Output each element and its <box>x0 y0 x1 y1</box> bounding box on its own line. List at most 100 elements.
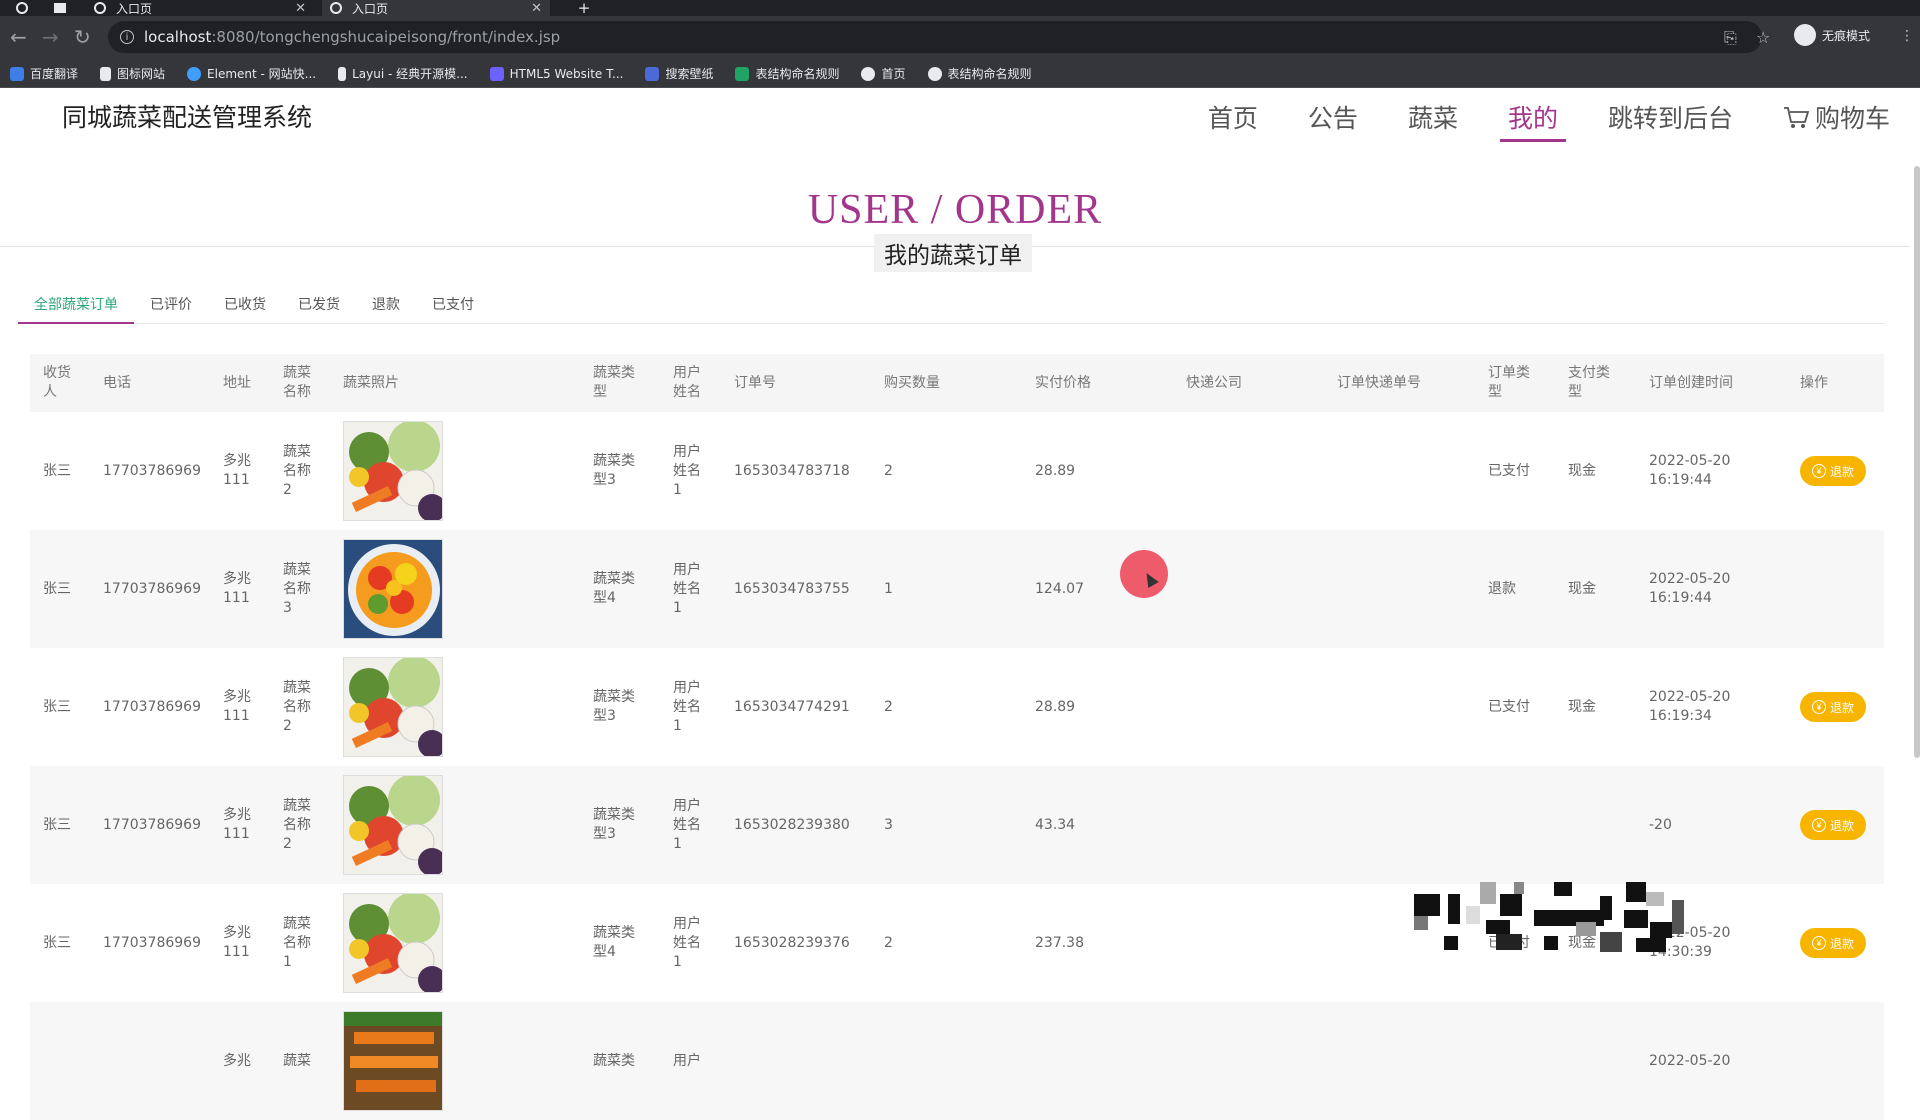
cell-address: 多兆111 <box>210 766 270 884</box>
cell-receiver: 张三 <box>43 462 71 479</box>
cell-veg-name-text: 蔬菜名称2 <box>283 797 311 852</box>
bookmark-item[interactable]: 百度翻译 <box>10 65 78 82</box>
tab-paid[interactable]: 已支付 <box>416 294 490 324</box>
new-tab-button[interactable]: + <box>576 0 592 17</box>
bookmark-item[interactable]: 搜索壁纸 <box>645 65 713 82</box>
browser-tab-active[interactable]: 入口页 ✕ <box>322 0 550 16</box>
cell-veg-type-text: 蔬菜类 <box>593 1052 635 1069</box>
cell-created: -20 <box>1636 766 1787 884</box>
vegetable-photo[interactable] <box>343 421 443 521</box>
redaction-mosaic <box>1414 882 1684 952</box>
cell-price: 237.38 <box>1035 934 1084 951</box>
site-info-icon[interactable]: i <box>120 30 134 44</box>
cell-receiver: 张三 <box>43 698 71 715</box>
bookmark-label: HTML5 Website T... <box>509 66 624 81</box>
cell-phone: 17703786969 <box>103 580 201 597</box>
cell-pay-type: 现金 <box>1568 462 1596 479</box>
header-cell: 订单类型 <box>1475 354 1555 412</box>
tab-shipped[interactable]: 已发货 <box>282 294 356 324</box>
browser-tabstrip: 入口页 ✕ 入口页 ✕ + <box>0 0 1920 17</box>
browser-menu-icon[interactable] <box>14 0 30 16</box>
cell-price <box>1022 1002 1173 1120</box>
tab-received[interactable]: 已收货 <box>208 294 282 324</box>
bookmark-item[interactable]: Layui - 经典开源模... <box>338 65 468 82</box>
cell-courier <box>1173 530 1324 648</box>
cell-pay-type: 现金 <box>1568 698 1596 715</box>
cell-address-text: 多兆 <box>223 1052 251 1069</box>
tab-title: 入口页 <box>352 1 389 16</box>
browser-tab[interactable]: 入口页 ✕ <box>86 0 314 16</box>
vegetable-photo[interactable] <box>343 657 443 757</box>
nav-mine[interactable]: 我的 <box>1499 102 1566 142</box>
close-tab-icon[interactable]: ✕ <box>531 1 542 16</box>
browser-menu-dots-icon[interactable]: ⋮ <box>1900 28 1914 44</box>
bookmark-item[interactable]: 表结构命名规则 <box>735 65 839 82</box>
cell-address-text: 多兆111 <box>223 571 251 606</box>
nav-cart[interactable]: 购物车 <box>1775 102 1898 142</box>
refund-button[interactable]: ¥ 退款 <box>1800 692 1866 722</box>
cell-user-name-text: 用户姓名1 <box>673 443 701 498</box>
yen-icon: ¥ <box>1811 700 1826 714</box>
cell-veg-type-text: 蔬菜类型3 <box>593 453 635 488</box>
cell-address-text: 多兆111 <box>223 689 251 724</box>
cell-user-name: 用户 <box>660 1002 721 1120</box>
cell-address-text: 多兆111 <box>223 807 251 842</box>
bookmark-label: 表结构命名规则 <box>755 67 840 81</box>
nav-backend[interactable]: 跳转到后台 <box>1600 102 1741 142</box>
cell-user-name-text: 用户姓名1 <box>673 915 701 970</box>
vegetable-photo[interactable] <box>343 893 443 993</box>
nav-home[interactable]: 首页 <box>1200 102 1266 142</box>
refund-button[interactable]: ¥ 退款 <box>1800 928 1866 958</box>
vegetable-photo[interactable] <box>343 1011 443 1111</box>
bookmark-item[interactable]: 表结构命名规则 <box>927 65 1032 82</box>
cell-address-text: 多兆111 <box>223 925 251 960</box>
site-title[interactable]: 同城蔬菜配送管理系统 <box>62 98 312 134</box>
cell-qty <box>871 1002 1022 1120</box>
bookmark-item[interactable]: 首页 <box>861 65 906 82</box>
header-cell: 蔬菜照片 <box>343 374 399 391</box>
bookmark-label: Element - 网站快... <box>207 67 317 81</box>
cell-user-name: 用户姓名1 <box>660 884 721 1002</box>
cell-qty: 3 <box>884 816 893 833</box>
forward-arrow-icon[interactable]: → <box>42 26 59 48</box>
header-cell: 实付价格 <box>1035 374 1091 391</box>
bookmark-item[interactable]: HTML5 Website T... <box>489 66 624 81</box>
refund-button[interactable]: ¥ 退款 <box>1800 810 1866 840</box>
header-label: 收货人 <box>43 365 71 400</box>
cell-veg-name-text: 蔬菜名称2 <box>283 679 311 734</box>
header-cell: 蔬菜名称 <box>270 354 330 412</box>
incognito-profile[interactable]: 无痕模式 <box>1794 24 1870 46</box>
cell-veg-type-text: 蔬菜类型4 <box>593 925 635 960</box>
vegetable-photo[interactable] <box>343 775 443 875</box>
address-bar[interactable]: i localhost:8080/tongchengshucaipeisong/… <box>108 21 1762 53</box>
header-cell: 操作 <box>1800 374 1828 391</box>
cell-veg-type-text: 蔬菜类型3 <box>593 807 635 842</box>
cell-veg-type-text: 蔬菜类型3 <box>593 689 635 724</box>
bookmark-item[interactable]: Element - 网站快... <box>187 65 316 82</box>
refund-button[interactable]: ¥ 退款 <box>1800 456 1866 486</box>
refund-label: 退款 <box>1829 464 1854 479</box>
orders-table: 收货人 电话 地址 蔬菜名称 蔬菜照片 蔬菜类型 用户姓名 订单号 购买数量 实… <box>30 354 1884 1120</box>
cell-order-no: 1653034783755 <box>734 580 850 597</box>
nav-notice[interactable]: 公告 <box>1300 102 1366 142</box>
cell-action: ¥ 退款 <box>1787 884 1884 1002</box>
page-scrollbar[interactable] <box>1914 166 1920 758</box>
bookmark-star-icon[interactable]: ☆ <box>1756 28 1770 47</box>
vegetable-photo[interactable] <box>343 539 443 639</box>
tab-all-orders[interactable]: 全部蔬菜订单 <box>18 294 134 324</box>
nav-vegetables[interactable]: 蔬菜 <box>1400 102 1466 142</box>
tab-refund[interactable]: 退款 <box>356 294 416 324</box>
translate-icon[interactable]: ⎘ <box>1724 28 1737 48</box>
cell-user-name: 用户姓名1 <box>660 530 721 648</box>
bookmark-item[interactable]: 图标网站 <box>100 65 165 82</box>
tab-reviewed[interactable]: 已评价 <box>134 294 208 324</box>
back-arrow-icon[interactable]: ← <box>10 26 27 48</box>
window-icon[interactable] <box>52 0 68 16</box>
cell-veg-name: 蔬菜名称2 <box>270 648 330 766</box>
reload-icon[interactable]: ↻ <box>74 26 91 48</box>
cell-created: 2022-05-20 16:19:34 <box>1636 648 1787 766</box>
bookmark-label: 图标网站 <box>117 67 166 81</box>
cell-phone: 17703786969 <box>103 698 201 715</box>
close-tab-icon[interactable]: ✕ <box>295 1 306 16</box>
cell-courier <box>1173 1002 1324 1120</box>
